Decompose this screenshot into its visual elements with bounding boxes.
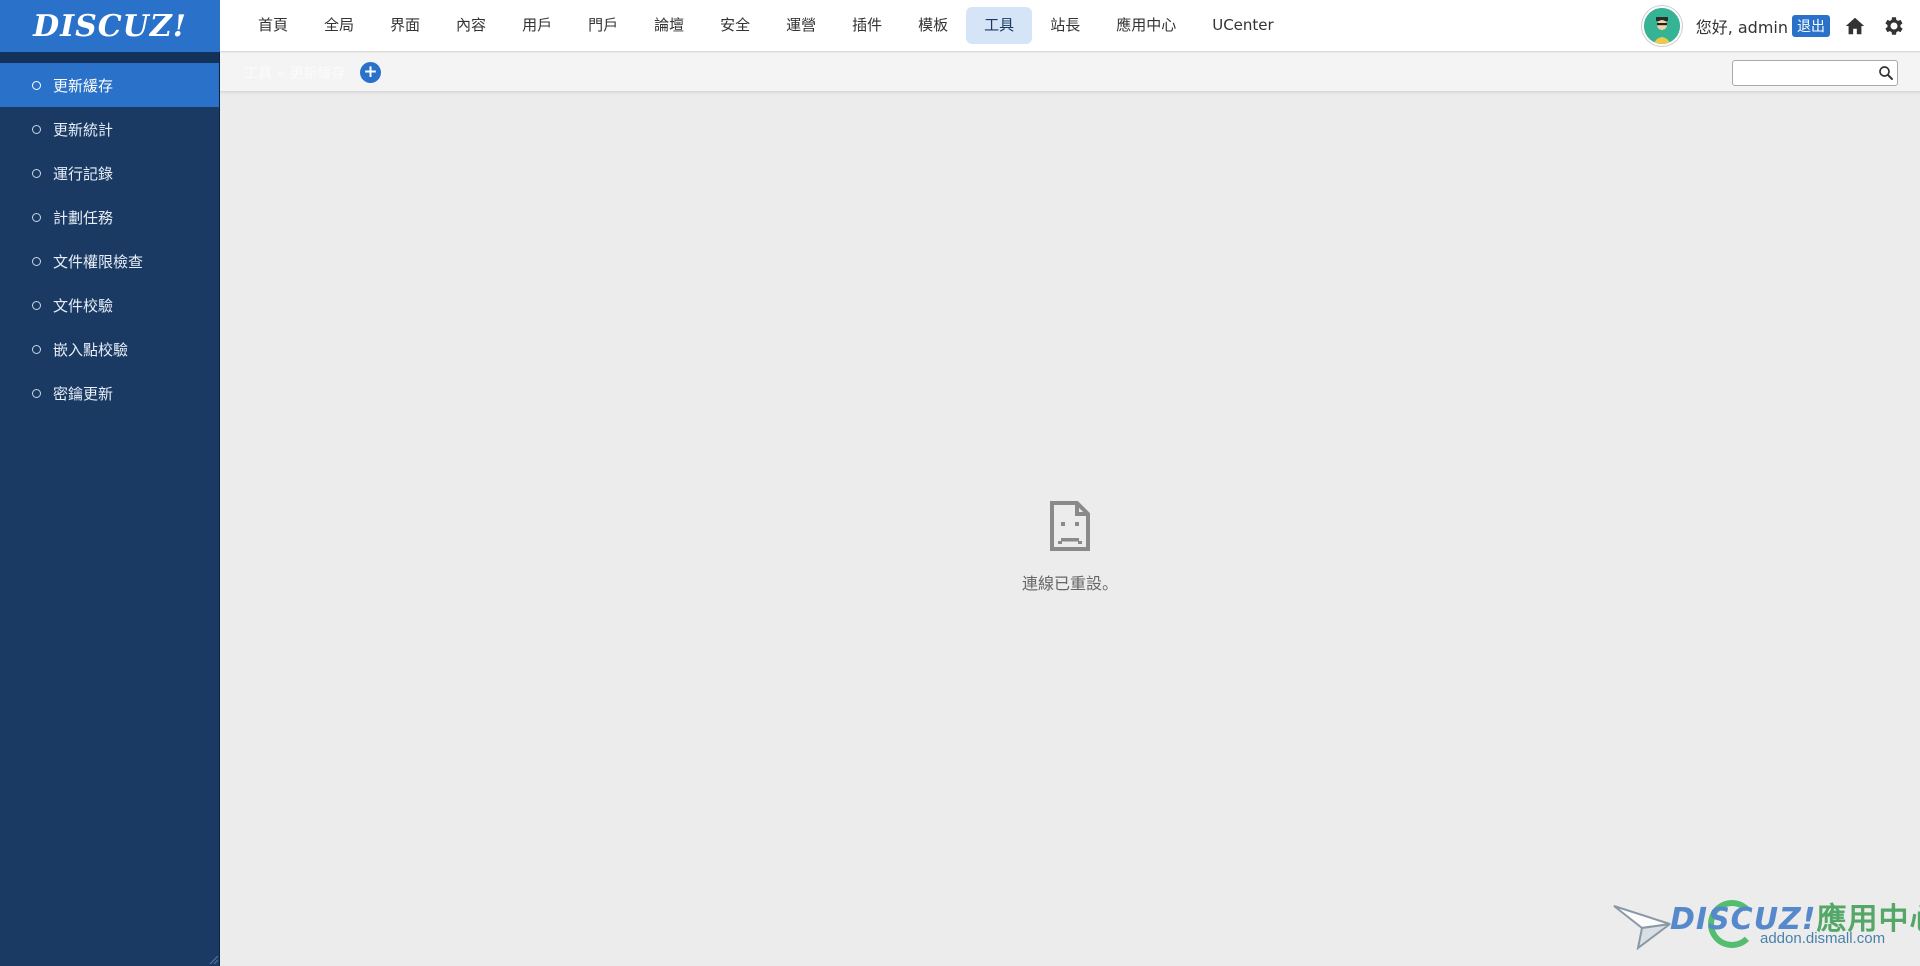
- avatar[interactable]: [1641, 6, 1682, 46]
- nav-item-4[interactable]: 用戶: [504, 7, 570, 44]
- breadcrumb-bar: 工具 » 更新緩存 +: [220, 53, 1920, 92]
- nav-item-14[interactable]: UCenter: [1194, 7, 1291, 44]
- broken-page-icon: [1050, 501, 1090, 551]
- nav-item-8[interactable]: 運營: [768, 7, 834, 44]
- sidebar-item-6[interactable]: 嵌入點校驗: [0, 327, 220, 371]
- user-area: 您好, admin 退出: [1641, 0, 1920, 52]
- sidebar-item-7[interactable]: 密鑰更新: [0, 371, 220, 415]
- sidebar-item-5[interactable]: 文件校驗: [0, 283, 220, 327]
- nav-item-9[interactable]: 插件: [834, 7, 900, 44]
- search-input[interactable]: [1733, 61, 1873, 85]
- sidebar-item-label: 更新統計: [53, 120, 114, 139]
- nav-item-2[interactable]: 界面: [372, 7, 438, 44]
- sidebar-item-label: 密鑰更新: [53, 384, 114, 403]
- gear-icon[interactable]: [1880, 13, 1906, 39]
- discuz-logo[interactable]: DISCUZ!: [33, 9, 187, 44]
- circle-bullet-icon: [32, 388, 41, 398]
- nav-item-13[interactable]: 應用中心: [1098, 7, 1194, 44]
- top-navbar: 首頁 全局 界面 內容 用戶 門戶 論壇 安全 運營 插件 模板 工具 站長 應用中心 UCenter 您好…: [220, 0, 1920, 52]
- avatar-icon: [1643, 8, 1680, 44]
- circle-bullet-icon: [32, 80, 41, 90]
- nav-item-6[interactable]: 論壇: [636, 7, 702, 44]
- sidebar-item-2[interactable]: 運行記錄: [0, 151, 220, 195]
- nav-item-0[interactable]: 首頁: [240, 7, 306, 44]
- watermark-url: addon.dismall.com: [1760, 930, 1886, 947]
- circle-bullet-icon: [32, 300, 41, 310]
- logout-button[interactable]: 退出: [1792, 15, 1830, 37]
- nav-item-1[interactable]: 全局: [306, 7, 372, 44]
- sidebar-item-0[interactable]: 更新緩存: [0, 63, 220, 107]
- nav-item-5[interactable]: 門戶: [570, 7, 636, 44]
- greeting-text: 您好, admin: [1695, 18, 1788, 37]
- circle-bullet-icon: [32, 168, 41, 178]
- watermark-logo: DISCUZ!應用中心 addon.dismall.com: [1612, 894, 1920, 954]
- sidebar-item-3[interactable]: 計劃任務: [0, 195, 220, 239]
- resize-grip-icon[interactable]: [208, 954, 218, 964]
- connection-error: 連線已重設。: [970, 500, 1170, 594]
- circle-bullet-icon: [32, 124, 41, 134]
- sidebar: DISCUZ! 更新緩存更新統計運行記錄計劃任務文件權限檢查 文件校驗嵌入點校驗密…: [0, 0, 220, 966]
- sidebar-item-label: 文件權限檢查: [53, 252, 144, 271]
- circle-bullet-icon: [32, 256, 41, 266]
- nav-item-7[interactable]: 安全: [702, 7, 768, 44]
- nav-item-11[interactable]: 工具: [966, 7, 1033, 44]
- paper-plane-icon: [1613, 905, 1671, 950]
- sidebar-item-1[interactable]: 更新統計: [0, 107, 220, 151]
- sidebar-item-label: 更新緩存: [53, 76, 114, 95]
- circle-bullet-icon: [32, 212, 41, 222]
- sidebar-item-label: 嵌入點校驗: [53, 340, 129, 359]
- sidebar-item-label: 運行記錄: [53, 164, 114, 183]
- logo-strip: [0, 52, 220, 63]
- sidebar-divider: [219, 52, 220, 966]
- add-shortcut-button[interactable]: +: [360, 62, 381, 83]
- nav-item-12[interactable]: 站長: [1032, 7, 1098, 44]
- nav-item-3[interactable]: 內容: [438, 7, 504, 44]
- sidebar-item-label: 文件校驗: [53, 296, 114, 315]
- error-message: 連線已重設。: [1021, 574, 1118, 593]
- logo-box[interactable]: DISCUZ!: [0, 0, 220, 52]
- sidebar-menu: 更新緩存更新統計運行記錄計劃任務文件權限檢查 文件校驗嵌入點校驗密鑰更新: [0, 63, 220, 415]
- search-box: [1732, 60, 1898, 86]
- circle-bullet-icon: [32, 344, 41, 354]
- home-icon[interactable]: [1842, 13, 1868, 39]
- sidebar-item-4[interactable]: 文件權限檢查: [0, 239, 220, 283]
- main-nav: 首頁 全局 界面 內容 用戶 門戶 論壇 安全 運營 插件 模板 工具 站長 應用中心 UCenter: [240, 7, 1292, 44]
- search-icon[interactable]: [1877, 64, 1895, 82]
- breadcrumb[interactable]: 工具 » 更新緩存: [244, 63, 345, 83]
- nav-item-10[interactable]: 模板: [900, 7, 966, 44]
- sidebar-item-label: 計劃任務: [53, 208, 114, 227]
